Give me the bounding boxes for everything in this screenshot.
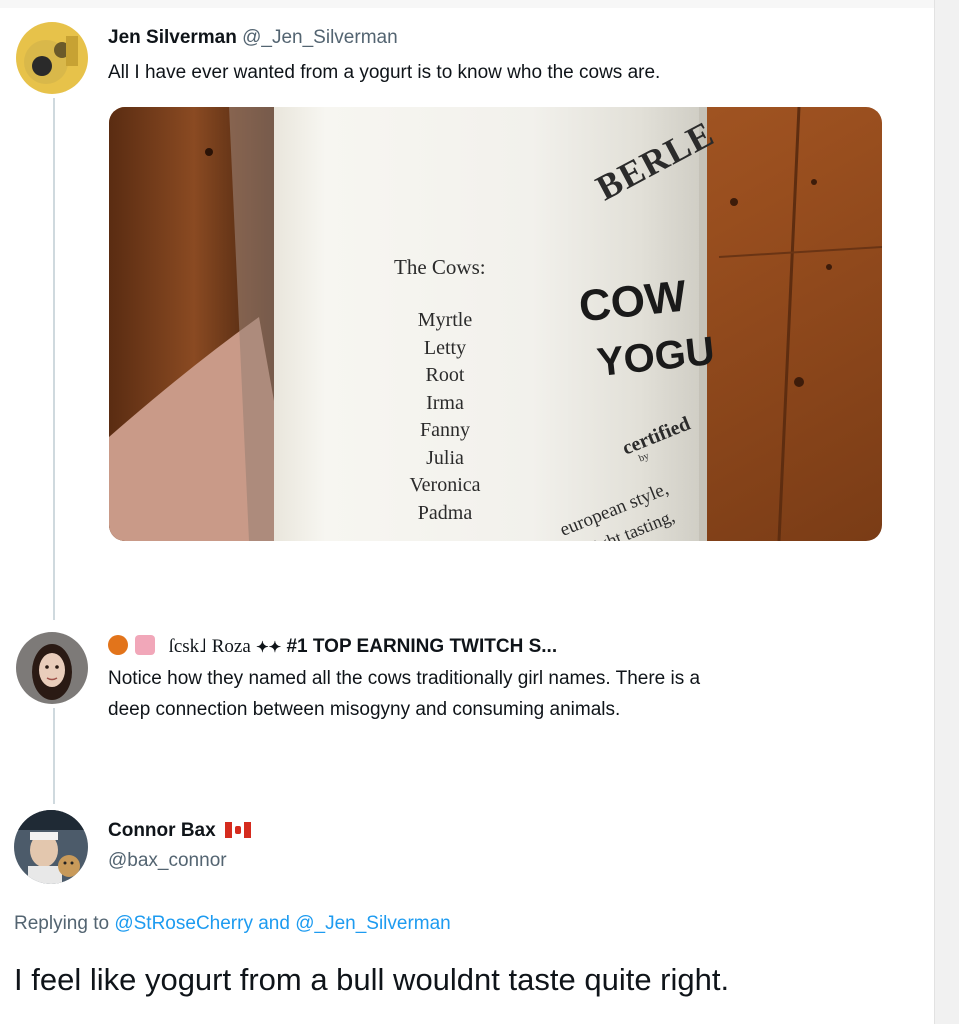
tweet-text-line: Notice how they named all the cows tradi…: [108, 668, 701, 689]
canada-flag-icon: [224, 822, 251, 838]
sparkle-emoji-icon: ✦✦: [256, 639, 282, 656]
cow-name: Myrtle: [417, 309, 473, 331]
cows-list: Myrtle Letty Root Irma Fanny Julia Veron…: [397, 307, 493, 527]
thread-line: [53, 708, 55, 804]
cow-name: Padma: [417, 501, 473, 524]
replying-prefix: Replying to: [14, 913, 110, 934]
tweet-author: ſcsk˩ Roza ✦✦ #1 TOP EARNING TWITCH S...: [108, 635, 557, 658]
tweet-author: Connor Bax: [108, 820, 251, 842]
mention-link[interactable]: @StRoseCherry: [114, 913, 253, 934]
tweet-author: Jen Silverman @_Jen_Silverman: [108, 27, 398, 49]
mention-link[interactable]: @_Jen_Silverman: [295, 913, 451, 934]
author-handle[interactable]: @bax_connor: [108, 850, 227, 872]
cow-name: Veronica: [409, 474, 481, 496]
author-handle[interactable]: @_Jen_Silverman: [242, 27, 398, 48]
cows-heading: The Cows:: [394, 255, 486, 279]
mention-and: and: [258, 913, 290, 934]
author-name[interactable]: Connor Bax: [108, 820, 216, 841]
thread-line: [53, 98, 55, 620]
avatar[interactable]: [14, 810, 88, 884]
cow-name: Irma: [426, 391, 464, 414]
pumpkin-emoji-icon: [108, 635, 128, 655]
cow-name: Root: [425, 364, 465, 386]
top-divider: [0, 0, 934, 8]
cow-name: Julia: [426, 446, 464, 469]
scrollbar-track[interactable]: [934, 0, 959, 1024]
avatar[interactable]: [16, 632, 88, 704]
replying-to: Replying to @StRoseCherry and @_Jen_Silv…: [14, 908, 451, 939]
author-name[interactable]: Roza: [212, 636, 251, 657]
tweet-text: All I have ever wanted from a yogurt is …: [108, 62, 661, 83]
author-tag: ſcsk˩: [168, 636, 207, 657]
author-name-rest[interactable]: #1 TOP EARNING TWITCH S...: [286, 636, 557, 657]
tweet-text-line: deep connection between misogyny and con…: [108, 699, 621, 720]
cow-name: Fanny: [420, 419, 470, 441]
tweet-media-image[interactable]: BERLE COW YOGU certified by european sty…: [109, 107, 882, 541]
avatar[interactable]: [16, 22, 88, 94]
author-name[interactable]: Jen Silverman: [108, 27, 237, 48]
main-tweet-text: I feel like yogurt from a bull wouldnt t…: [14, 962, 730, 997]
cake-emoji-icon: [135, 635, 156, 655]
cow-name: Letty: [423, 336, 467, 359]
